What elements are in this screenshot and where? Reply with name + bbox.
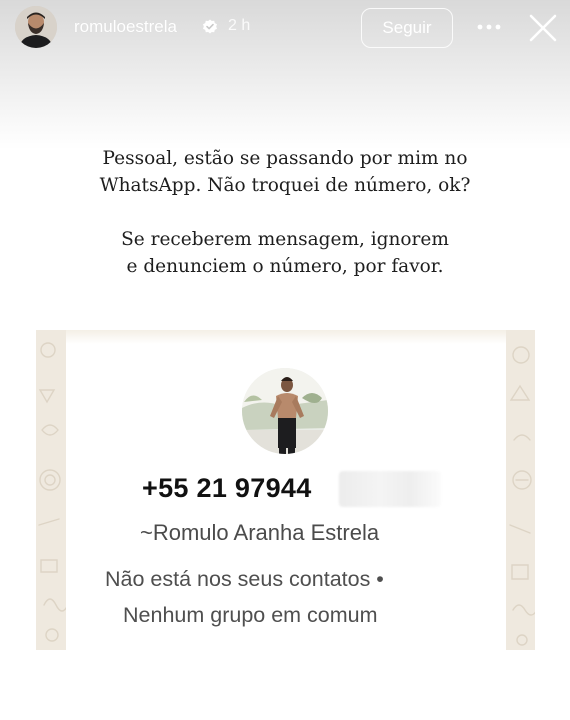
caption-line: Se receberem mensagem, ignorem bbox=[121, 229, 449, 250]
contact-info-line: Nenhum grupo em comum bbox=[123, 603, 378, 627]
username[interactable]: romuloestrela bbox=[74, 17, 177, 37]
caption-line: e denunciem o número, por favor. bbox=[126, 256, 444, 277]
contact-push-name: ~Romulo Aranha Estrela bbox=[140, 520, 380, 545]
follow-button[interactable]: Seguir bbox=[361, 8, 453, 48]
verified-badge-icon bbox=[203, 19, 217, 34]
redacted-digits bbox=[339, 471, 441, 507]
story-header: romuloestrela 2 h Seguir bbox=[0, 0, 570, 56]
avatar[interactable] bbox=[15, 6, 57, 48]
contact-phone-number: +55 21 97944 bbox=[142, 473, 312, 503]
avatar-image bbox=[15, 6, 57, 48]
post-time: 2 h bbox=[228, 17, 251, 34]
whatsapp-contact-screenshot: +55 21 97944 ~Romulo Aranha Estrela Não … bbox=[36, 330, 535, 650]
contact-info-line: Não está nos seus contatos • bbox=[105, 567, 384, 591]
contact-profile-photo[interactable] bbox=[242, 368, 328, 454]
more-dots-icon[interactable] bbox=[474, 12, 504, 42]
caption-line: Pessoal, estão se passando por mim no bbox=[102, 148, 468, 169]
story-caption: Pessoal, estão se passando por mim no Wh… bbox=[0, 145, 570, 280]
caption-line: WhatsApp. Não troquei de número, ok? bbox=[99, 175, 471, 196]
instagram-story: romuloestrela 2 h Seguir Pessoal, estão … bbox=[0, 0, 570, 720]
close-icon[interactable] bbox=[527, 12, 559, 44]
